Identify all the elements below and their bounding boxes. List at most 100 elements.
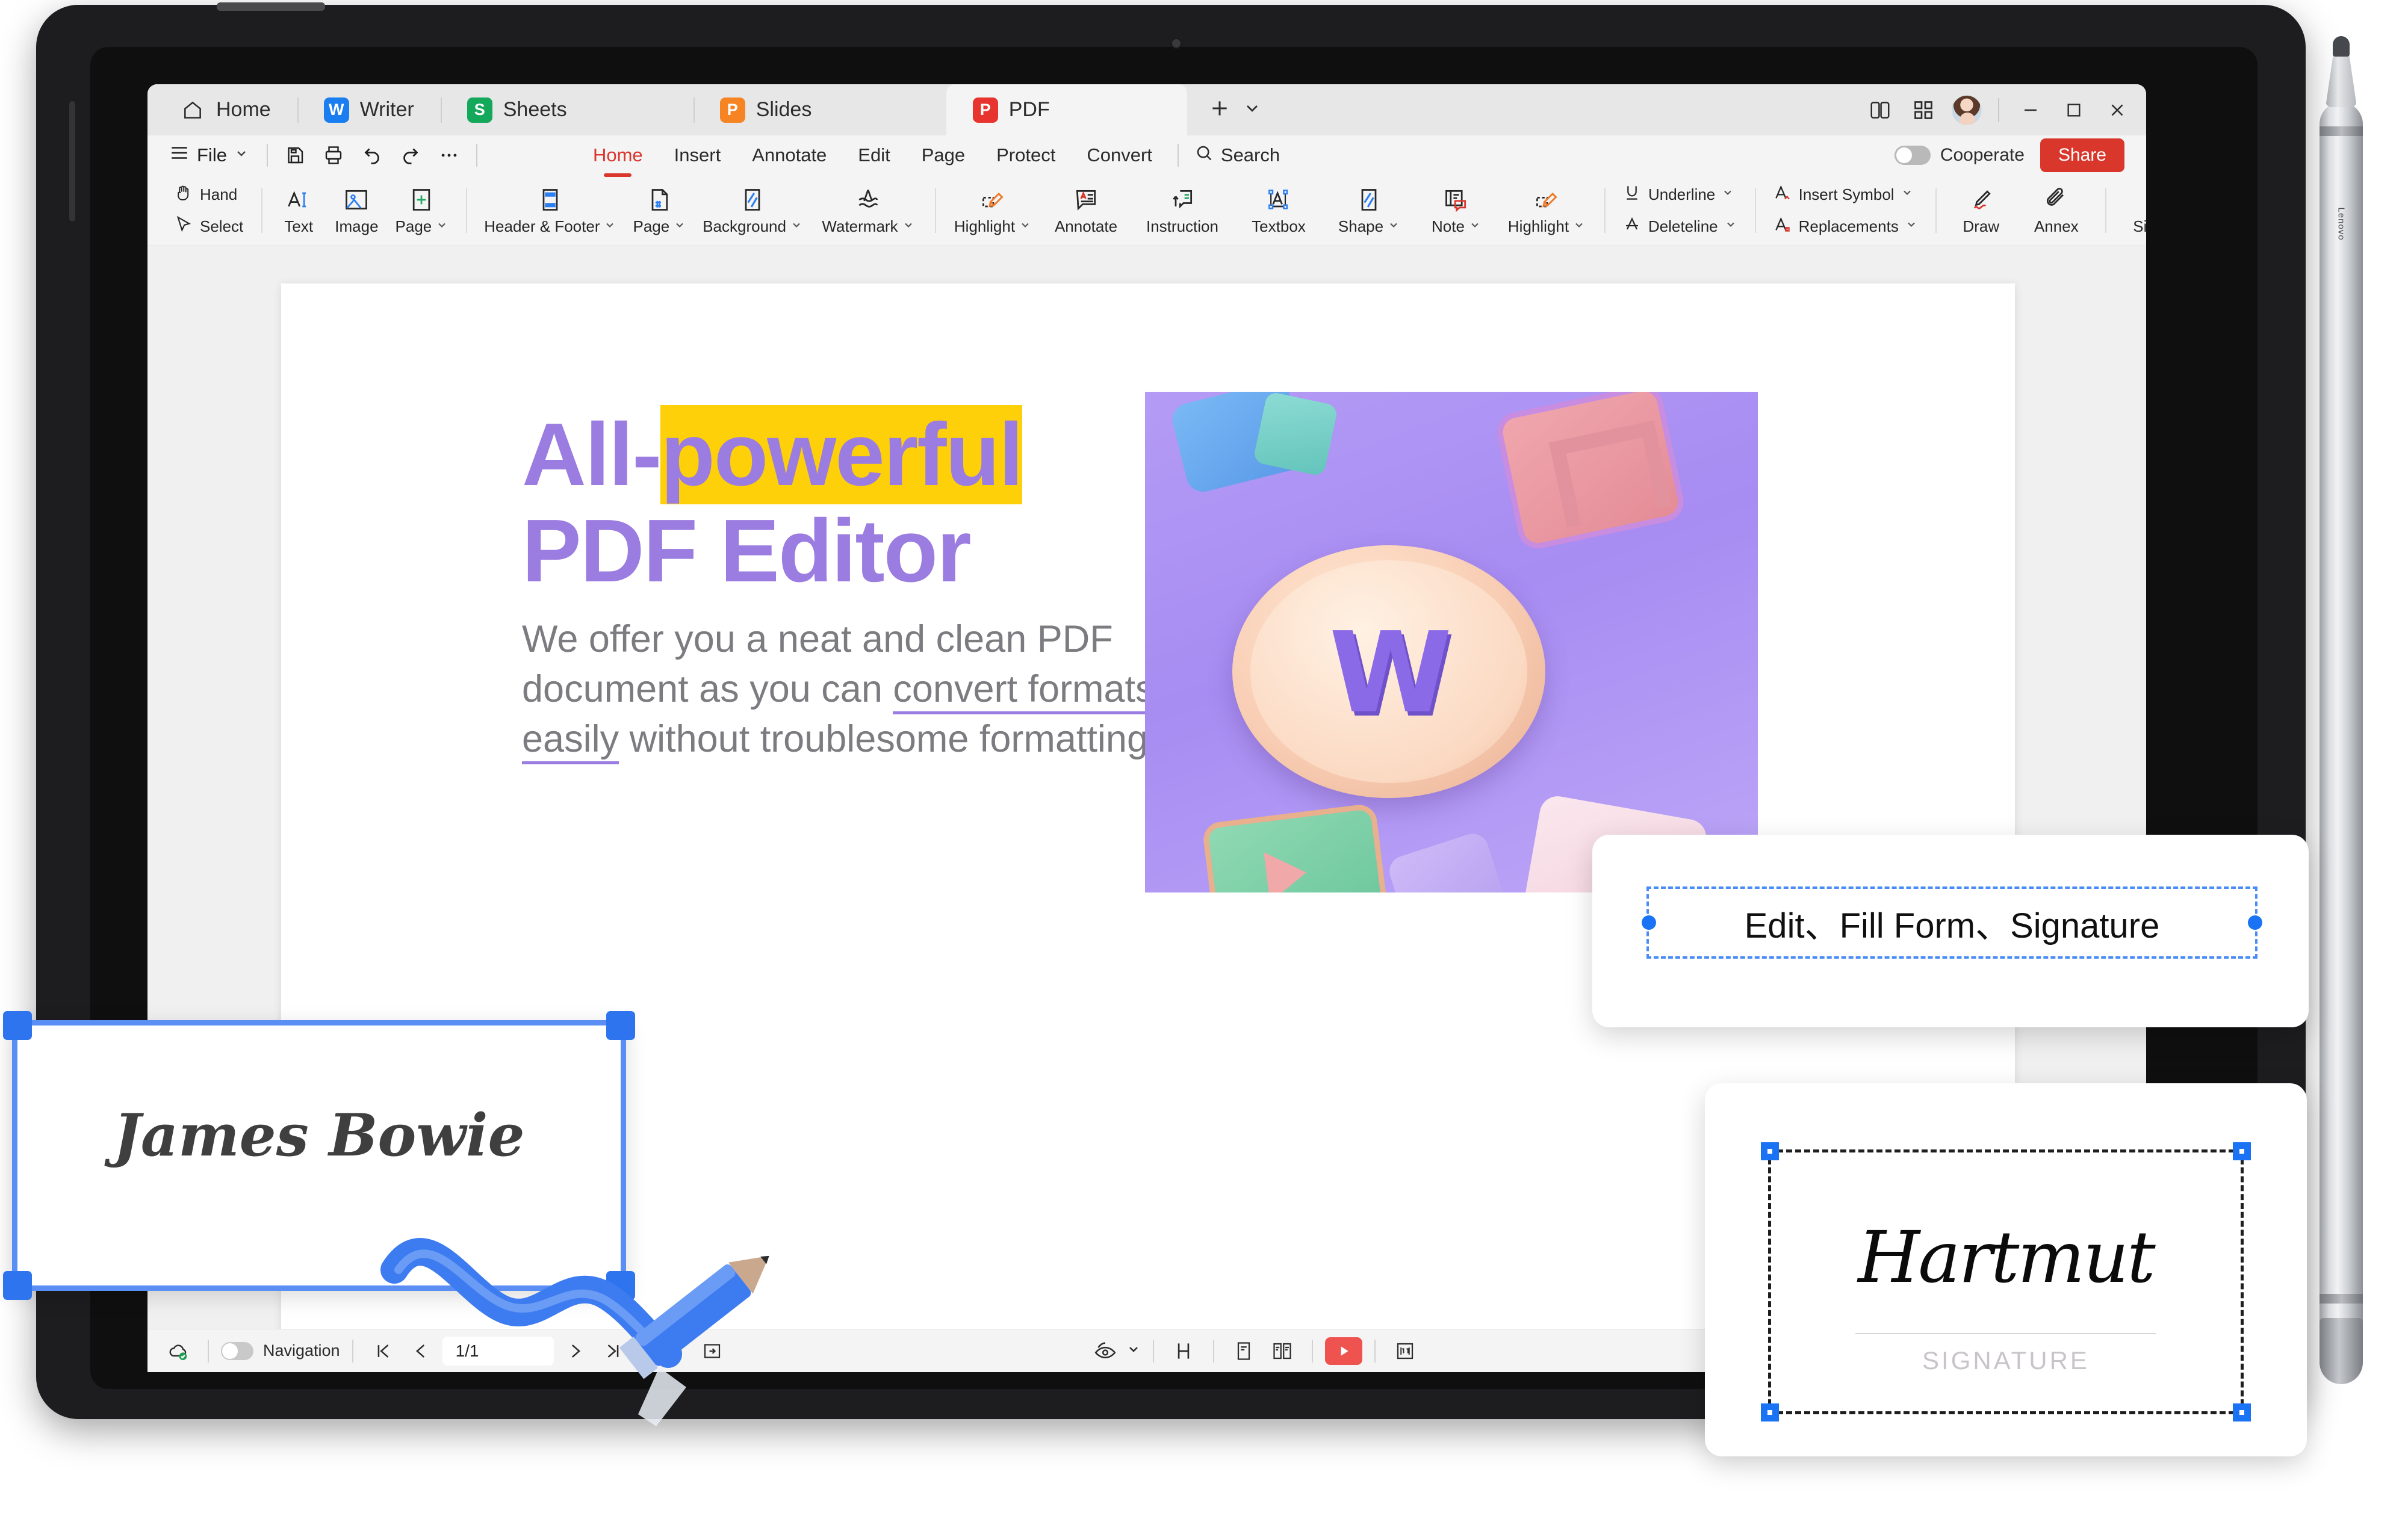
chevron-down-icon[interactable]	[902, 219, 914, 235]
chevron-down-icon[interactable]	[1243, 99, 1262, 121]
ribbon-item-hand[interactable]: Hand	[174, 183, 243, 206]
cloud-synced-icon[interactable]	[161, 1335, 196, 1367]
tab-slides[interactable]: P Slides	[693, 84, 946, 135]
shape-icon	[1356, 185, 1382, 215]
file-menu-button[interactable]: File	[161, 143, 257, 168]
save-icon[interactable]	[278, 140, 312, 171]
search-button[interactable]: Search	[1188, 143, 1280, 167]
split-view-icon[interactable]	[1861, 91, 1899, 129]
chevron-down-icon[interactable]	[1722, 187, 1734, 202]
resize-handle-top-left[interactable]	[1761, 1142, 1779, 1160]
share-button[interactable]: Share	[2040, 138, 2124, 172]
ribbon-item-text[interactable]: Text	[271, 185, 326, 236]
resize-handle-bottom-right[interactable]	[2233, 1403, 2251, 1421]
ribbon-tab-edit[interactable]: Edit	[842, 141, 905, 170]
play-icon[interactable]	[1325, 1337, 1362, 1365]
volume-button[interactable]	[69, 101, 75, 221]
ribbon-item-textbox[interactable]: Textbox	[1233, 185, 1324, 236]
pen-body	[2320, 102, 2363, 1330]
chevron-down-icon[interactable]	[1019, 219, 1031, 235]
ribbon-item-annotate[interactable]: Annotate	[1041, 185, 1131, 236]
ribbon-item-note[interactable]: Note	[1414, 185, 1498, 236]
ribbon-item-highlight-2-label: Highlight	[1507, 217, 1569, 235]
ribbon-item-annex[interactable]: Annex	[2017, 185, 2096, 236]
divider	[1374, 1339, 1376, 1363]
chevron-down-icon[interactable]	[1901, 187, 1913, 202]
ribbon-item-image[interactable]: Image	[326, 185, 386, 236]
resize-handle-right[interactable]	[2248, 915, 2262, 930]
ribbon-item-instruction[interactable]: Instruction	[1131, 185, 1233, 236]
navigation-toggle[interactable]: Navigation	[221, 1341, 340, 1360]
ribbon-tab-page[interactable]: Page	[906, 141, 981, 170]
power-button[interactable]	[217, 2, 325, 11]
ribbon-item-highlight[interactable]: Highlight	[945, 185, 1041, 236]
eye-view-icon[interactable]	[1088, 1335, 1123, 1367]
ribbon-item-deleteline[interactable]: Deleteline	[1622, 215, 1737, 238]
redo-icon[interactable]	[393, 140, 428, 171]
actual-size-icon[interactable]	[1388, 1335, 1423, 1367]
ribbon-tab-home[interactable]: Home	[577, 141, 659, 170]
resize-handle-bottom-left[interactable]	[3, 1271, 32, 1300]
quick-access-toolbar	[278, 140, 467, 171]
plus-icon[interactable]	[1208, 96, 1232, 123]
textbox-text[interactable]: Edit、Fill Form、Signature	[1649, 889, 2255, 956]
ribbon-tab-insert[interactable]: Insert	[659, 141, 737, 170]
ribbon-item-page-add[interactable]: Page	[387, 185, 457, 236]
maximize-icon[interactable]	[2055, 91, 2093, 129]
resize-handle-bottom-left[interactable]	[1761, 1403, 1779, 1421]
ribbon-item-page-number[interactable]: Page	[624, 185, 694, 236]
chevron-down-icon[interactable]	[1905, 218, 1917, 234]
chevron-down-icon[interactable]	[436, 219, 448, 235]
ribbon-item-underline[interactable]: Underline	[1622, 183, 1737, 206]
ribbon-item-insert-symbol[interactable]: Insert Symbol	[1773, 183, 1917, 206]
tab-writer[interactable]: W Writer	[297, 84, 441, 135]
avatar[interactable]	[1947, 91, 1986, 129]
minimize-icon[interactable]	[2011, 91, 2050, 129]
ribbon-item-shape[interactable]: Shape	[1324, 185, 1414, 236]
ribbon-item-sign[interactable]: Sign	[2115, 185, 2146, 236]
ribbon-tab-annotate[interactable]: Annotate	[736, 141, 842, 170]
heading-highlighted: powerful	[660, 405, 1023, 504]
wps-w-logo: W	[1329, 608, 1453, 738]
chevron-down-icon[interactable]	[790, 219, 802, 235]
resize-handle-top-left[interactable]	[3, 1011, 32, 1040]
ribbon-tab-convert[interactable]: Convert	[1071, 141, 1168, 170]
resize-handle-top-right[interactable]	[2233, 1142, 2251, 1160]
ribbon-group-draw: Draw Annex	[1935, 175, 2105, 246]
fit-height-icon[interactable]	[1166, 1335, 1201, 1367]
textbox-selection[interactable]: Edit、Fill Form、Signature	[1642, 886, 2262, 959]
ribbon-tab-protect[interactable]: Protect	[981, 141, 1071, 170]
single-page-icon[interactable]	[1226, 1335, 1261, 1367]
tab-pdf[interactable]: P PDF	[946, 84, 1187, 135]
resize-handle-top-right[interactable]	[606, 1011, 635, 1040]
ribbon-item-header-footer[interactable]: Header & Footer	[476, 185, 624, 236]
chevron-down-icon[interactable]	[674, 219, 686, 235]
chevron-down-icon[interactable]	[1388, 219, 1400, 235]
chevron-down-icon[interactable]	[1573, 219, 1585, 235]
cooperate-toggle[interactable]: Cooperate	[1894, 145, 2025, 165]
chevron-down-icon[interactable]	[1469, 219, 1481, 235]
chevron-down-icon[interactable]	[1725, 218, 1737, 234]
two-page-icon[interactable]	[1265, 1335, 1300, 1367]
ribbon-item-draw[interactable]: Draw	[1945, 185, 2017, 236]
ribbon-item-highlight-2[interactable]: Highlight	[1498, 185, 1595, 236]
close-icon[interactable]	[2098, 91, 2136, 129]
tab-home[interactable]: Home	[154, 84, 297, 135]
ribbon-item-shape-label: Shape	[1338, 217, 1384, 235]
tab-sheets[interactable]: S Sheets	[440, 84, 694, 135]
more-icon[interactable]	[432, 140, 467, 171]
grid-apps-icon[interactable]	[1904, 91, 1943, 129]
chevron-down-icon[interactable]	[1126, 1342, 1141, 1360]
ribbon-item-background[interactable]: Background	[694, 185, 811, 236]
resize-handle-left[interactable]	[1642, 915, 1656, 930]
highlighter-icon	[979, 185, 1006, 215]
chevron-down-icon[interactable]	[604, 219, 616, 235]
signature-selection[interactable]: Hartmut SIGNATURE	[1761, 1142, 2251, 1421]
undo-icon[interactable]	[355, 140, 389, 171]
ribbon-item-replacements[interactable]: Replacements	[1773, 215, 1917, 238]
ribbon-item-watermark[interactable]: Watermark	[811, 185, 925, 236]
ribbon-item-select[interactable]: Select	[174, 215, 243, 238]
divider	[266, 144, 268, 167]
ribbon-item-deleteline-label: Deleteline	[1648, 217, 1718, 235]
print-icon[interactable]	[316, 140, 351, 171]
